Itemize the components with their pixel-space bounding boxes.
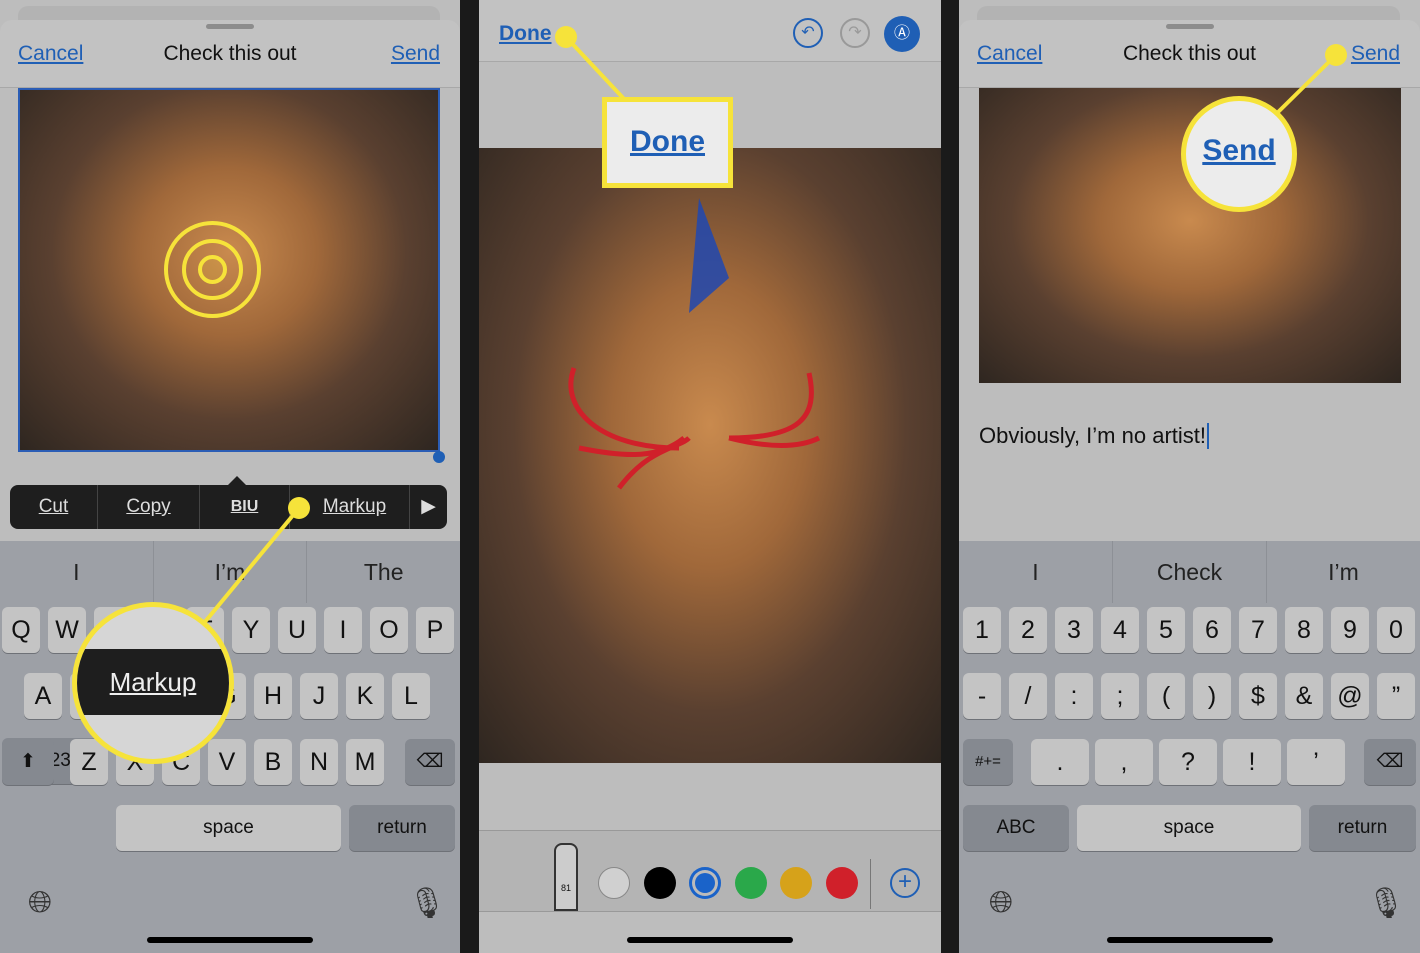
markup-magnified-callout: Markup bbox=[72, 602, 234, 764]
callout-line bbox=[188, 506, 301, 642]
send-magnified-callout: Send bbox=[1181, 96, 1297, 212]
callout-text: Markup bbox=[77, 649, 229, 715]
callout-dot bbox=[288, 497, 310, 519]
callout-line bbox=[564, 35, 627, 102]
callout-line bbox=[1268, 53, 1338, 122]
callout-dot bbox=[555, 26, 577, 48]
callout-dot bbox=[1325, 44, 1347, 66]
done-magnified-callout: Done bbox=[602, 97, 733, 188]
